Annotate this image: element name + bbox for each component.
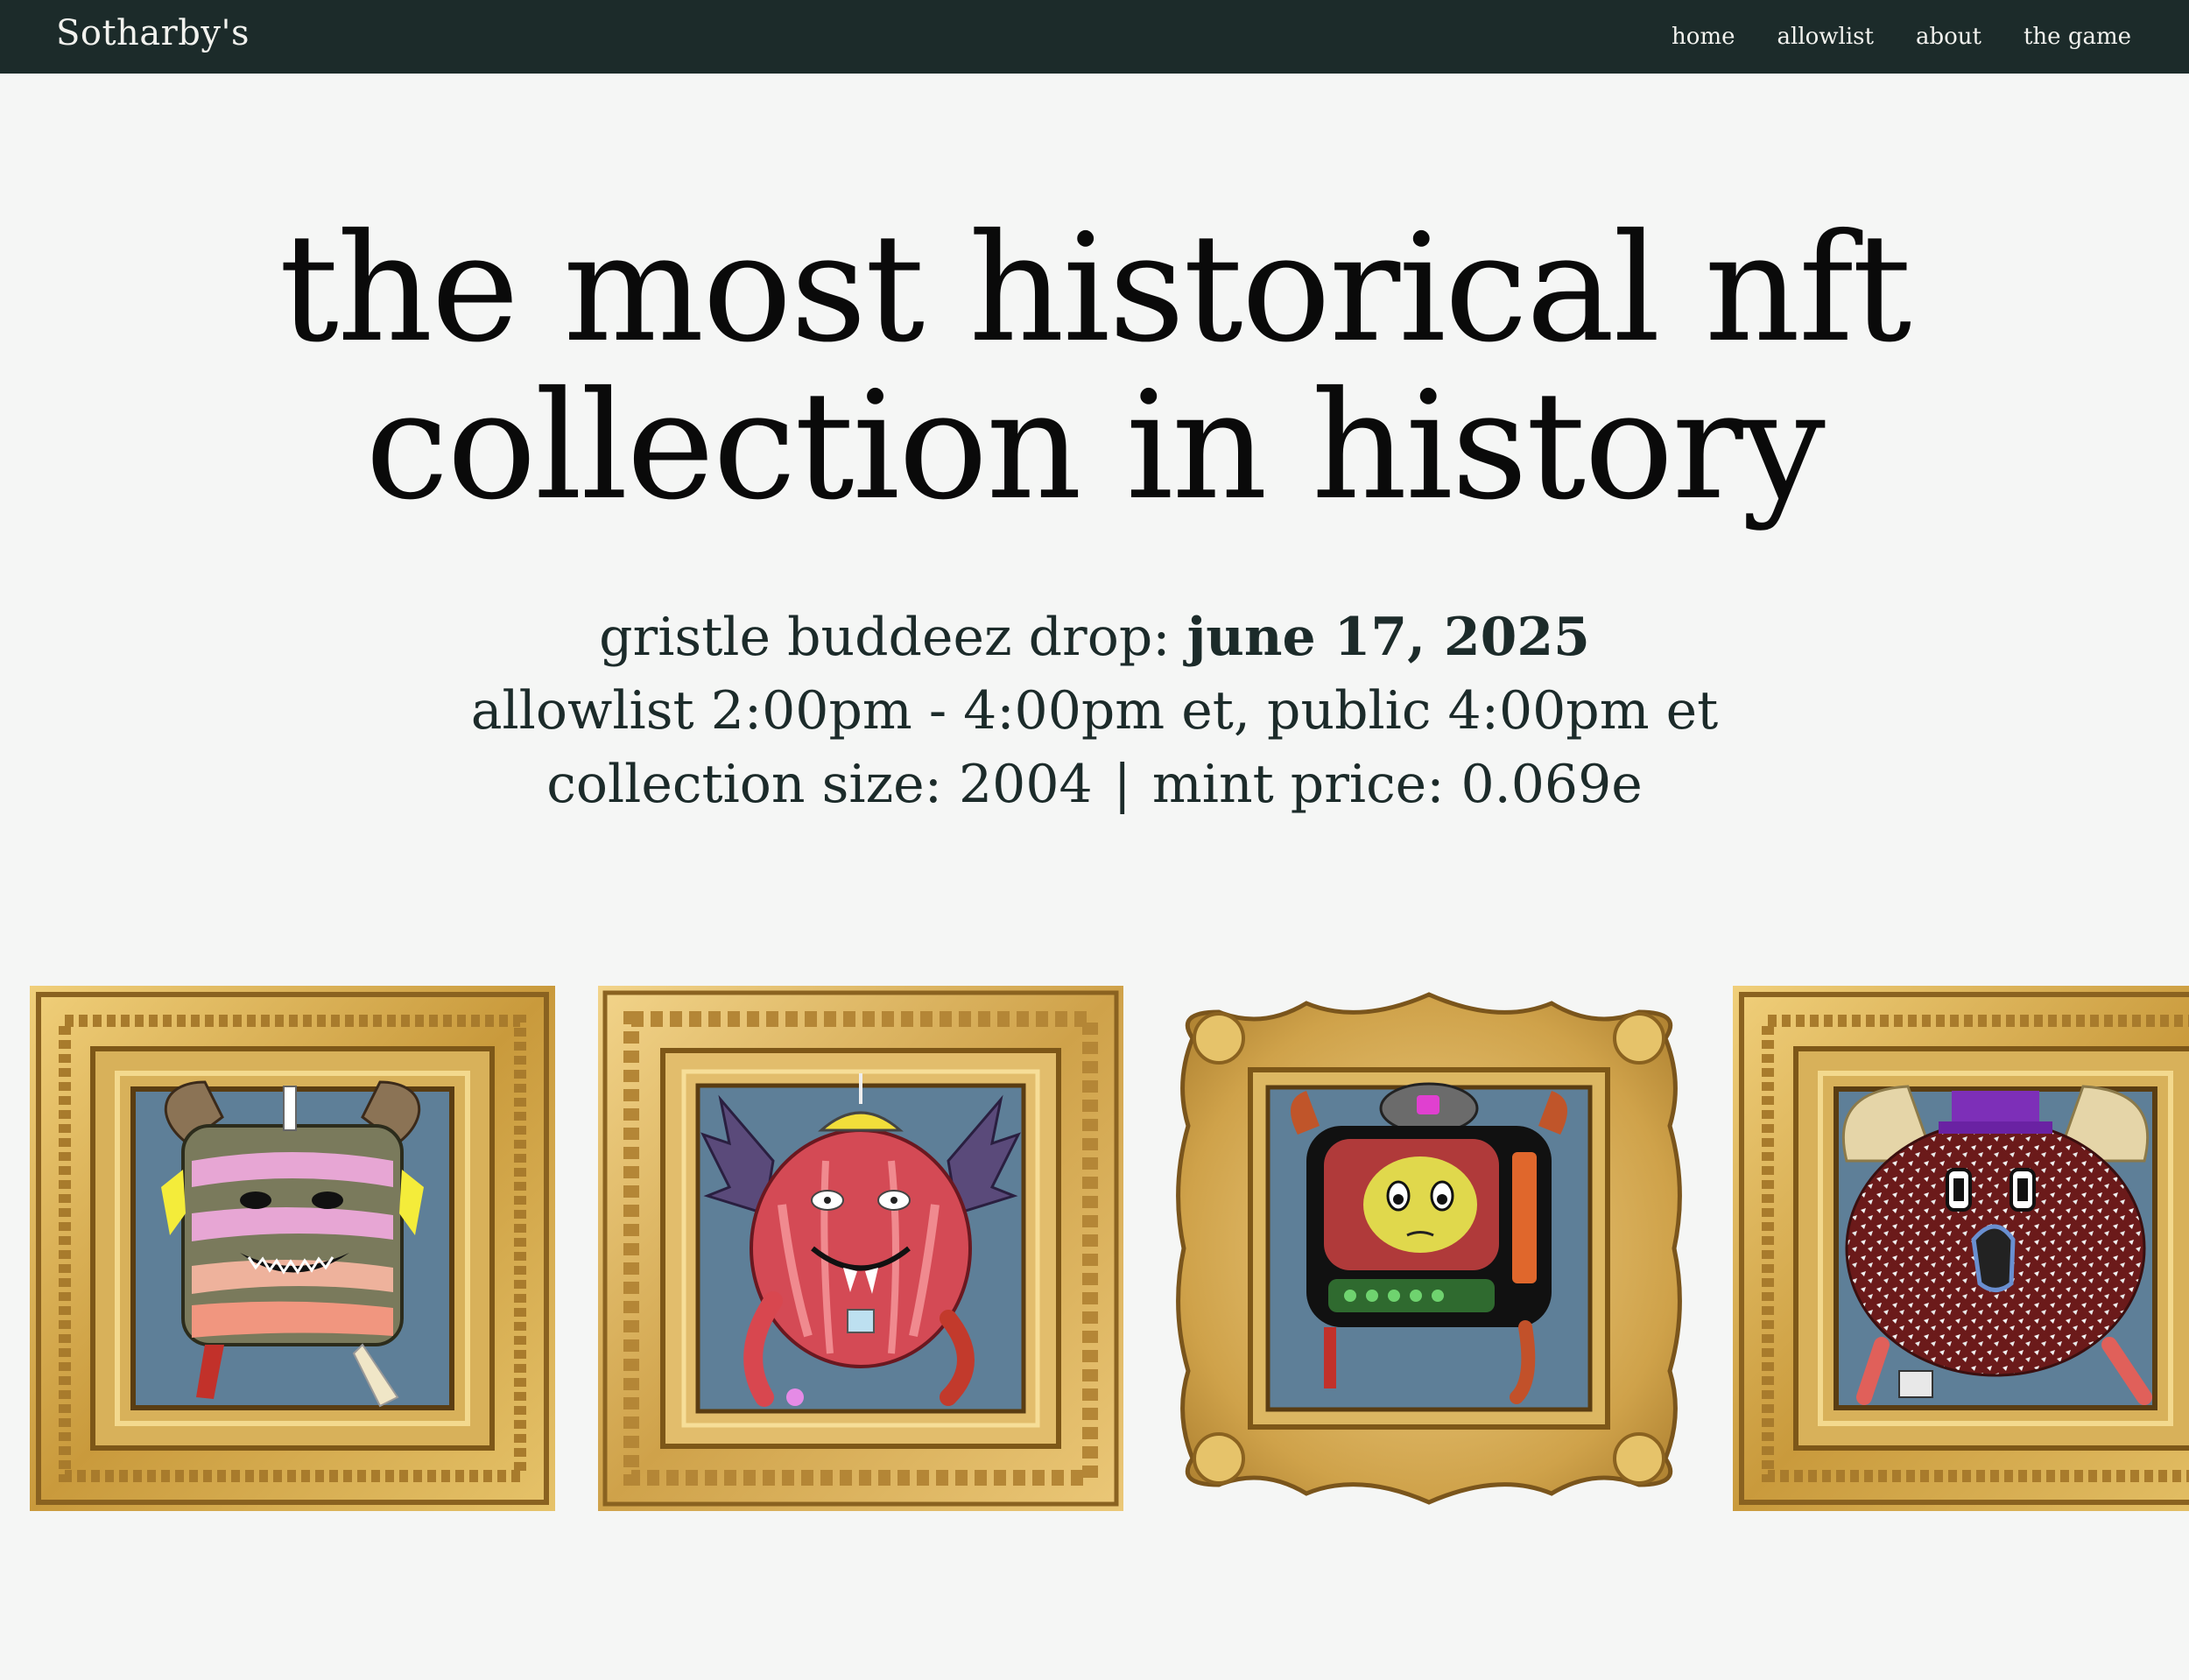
hero-title: the most historical nft collection in hi… xyxy=(0,210,2189,525)
drop-date-row: gristle buddeez drop: june 17, 2025 xyxy=(0,601,2189,674)
artwork-frame-1[interactable] xyxy=(30,986,555,1511)
hero-title-line-1: the most historical nft xyxy=(278,202,1912,376)
nav-link-home[interactable]: home xyxy=(1672,24,1735,50)
drop-label: gristle buddeez drop: xyxy=(599,607,1187,668)
nav-link-about[interactable]: about xyxy=(1916,24,1981,50)
drop-info: gristle buddeez drop: june 17, 2025 allo… xyxy=(0,601,2189,821)
artwork-layered-cake-creature xyxy=(30,986,555,1511)
nav-link-allowlist[interactable]: allowlist xyxy=(1777,24,1874,50)
artwork-gallery xyxy=(0,986,2189,1511)
collection-row: collection size: 2004 | mint price: 0.069e xyxy=(0,748,2189,821)
artwork-frame-2[interactable] xyxy=(598,986,1123,1511)
artwork-tv-creature xyxy=(1176,992,1682,1505)
info-separator: | xyxy=(1113,754,1131,815)
hero-title-line-2: collection in history xyxy=(365,360,1826,533)
artwork-red-bat-wing-creature xyxy=(598,986,1123,1511)
mint-price: mint price: 0.069e xyxy=(1151,754,1643,815)
brand-logo[interactable]: Sotharby's xyxy=(56,9,250,58)
drop-date: june 17, 2025 xyxy=(1186,607,1590,668)
nav-link-the-game[interactable]: the game xyxy=(2024,24,2131,50)
drop-schedule: allowlist 2:00pm - 4:00pm et, public 4:0… xyxy=(470,680,1719,742)
nav-links: home allowlist about the game xyxy=(1672,0,2131,74)
top-nav-bar: Sotharby's home allowlist about the game xyxy=(0,0,2189,74)
artwork-frame-3[interactable] xyxy=(1166,986,1692,1511)
artwork-fuzzy-purple-hat-creature xyxy=(1733,986,2189,1511)
artwork-frame-4[interactable] xyxy=(1733,986,2189,1511)
collection-size: collection size: 2004 xyxy=(546,754,1093,815)
